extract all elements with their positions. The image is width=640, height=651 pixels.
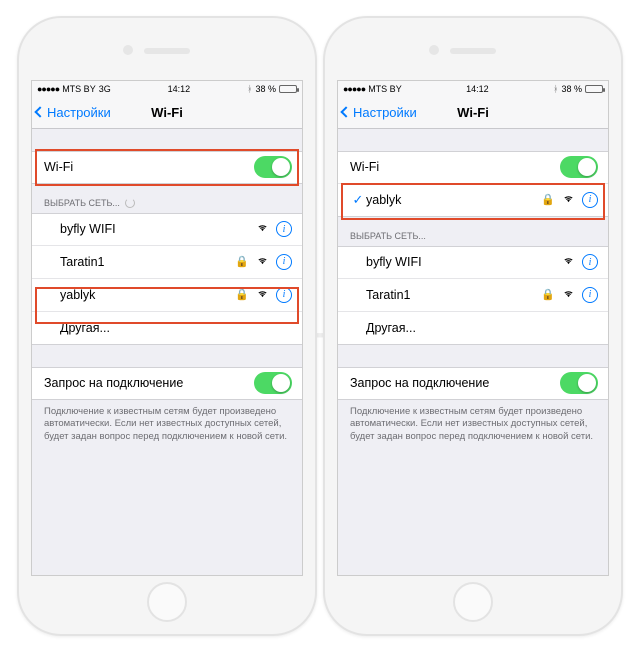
wifi-toggle[interactable]	[254, 156, 292, 178]
other-label: Другая...	[60, 321, 292, 335]
battery-icon	[279, 85, 297, 93]
network-row[interactable]: byfly WIFI i	[338, 246, 608, 279]
wifi-toggle-label: Wi-Fi	[350, 160, 560, 174]
lock-icon: 🔒	[235, 288, 249, 301]
wifi-toggle[interactable]	[560, 156, 598, 178]
other-network-row[interactable]: Другая...	[338, 312, 608, 345]
chevron-left-icon	[340, 106, 351, 117]
other-network-row[interactable]: Другая...	[32, 312, 302, 345]
phone-speaker	[144, 48, 190, 54]
battery-pct-label: 38 %	[255, 84, 276, 94]
nav-bar: Настройки Wi-Fi	[32, 97, 302, 129]
carrier-label: MTS BY	[62, 84, 96, 94]
info-icon[interactable]: i	[276, 221, 292, 237]
bluetooth-icon: ᚼ	[247, 84, 252, 94]
status-bar: ●●●●● MTS BY 3G 14:12 ᚼ 38 %	[32, 81, 302, 97]
back-label: Настройки	[47, 105, 111, 120]
checkmark-icon: ✓	[353, 192, 364, 208]
phone-camera	[429, 45, 439, 55]
bluetooth-icon: ᚼ	[553, 84, 558, 94]
page-title: Wi-Fi	[151, 105, 183, 120]
other-label: Другая...	[366, 321, 598, 335]
wifi-toggle-row[interactable]: Wi-Fi	[338, 151, 608, 184]
lock-icon: 🔒	[541, 288, 555, 301]
battery-icon	[585, 85, 603, 93]
wifi-icon	[257, 255, 268, 269]
wifi-icon	[257, 288, 268, 302]
wifi-toggle-row[interactable]: Wi-Fi	[32, 151, 302, 184]
ask-to-join-row[interactable]: Запрос на подключение	[338, 367, 608, 400]
wifi-icon	[563, 255, 574, 269]
connected-network-row[interactable]: ✓ yablyk 🔒 i	[338, 184, 608, 217]
network-name: yablyk	[60, 288, 235, 302]
home-button[interactable]	[147, 582, 187, 622]
back-label: Настройки	[353, 105, 417, 120]
signal-dots-icon: ●●●●●	[37, 84, 59, 94]
spinner-icon	[125, 198, 135, 208]
info-icon[interactable]: i	[276, 254, 292, 270]
carrier-label: MTS BY	[368, 84, 402, 94]
wifi-toggle-label: Wi-Fi	[44, 160, 254, 174]
lock-icon: 🔒	[235, 255, 249, 268]
ask-to-join-label: Запрос на подключение	[44, 376, 254, 390]
info-icon[interactable]: i	[582, 254, 598, 270]
ask-to-join-toggle[interactable]	[560, 372, 598, 394]
page-title: Wi-Fi	[457, 105, 489, 120]
footer-help-text: Подключение к известным сетям будет прои…	[338, 400, 608, 450]
network-name: byfly WIFI	[366, 255, 563, 269]
back-button[interactable]: Настройки	[342, 105, 417, 120]
lock-icon: 🔒	[541, 193, 555, 206]
info-icon[interactable]: i	[582, 287, 598, 303]
network-row[interactable]: yablyk 🔒 i	[32, 279, 302, 312]
nav-bar: Настройки Wi-Fi	[338, 97, 608, 129]
wifi-icon	[257, 222, 268, 236]
phone-speaker	[450, 48, 496, 54]
select-network-header: ВЫБРАТЬ СЕТЬ...	[338, 217, 608, 246]
wifi-icon	[563, 193, 574, 207]
network-row[interactable]: Taratin1 🔒 i	[338, 279, 608, 312]
chevron-left-icon	[34, 106, 45, 117]
network-name: yablyk	[366, 193, 541, 207]
phone-frame-left: ●●●●● MTS BY 3G 14:12 ᚼ 38 % Настройки W…	[17, 16, 317, 636]
clock-label: 14:12	[466, 84, 489, 94]
signal-dots-icon: ●●●●●	[343, 84, 365, 94]
status-bar: ●●●●● MTS BY 14:12 ᚼ 38 %	[338, 81, 608, 97]
network-label: 3G	[99, 84, 111, 94]
info-icon[interactable]: i	[582, 192, 598, 208]
screen-left: ●●●●● MTS BY 3G 14:12 ᚼ 38 % Настройки W…	[31, 80, 303, 576]
phone-frame-right: ●●●●● MTS BY 14:12 ᚼ 38 % Настройки Wi-F…	[323, 16, 623, 636]
network-row[interactable]: byfly WIFI i	[32, 213, 302, 246]
clock-label: 14:12	[168, 84, 191, 94]
screen-right: ●●●●● MTS BY 14:12 ᚼ 38 % Настройки Wi-F…	[337, 80, 609, 576]
ask-to-join-label: Запрос на подключение	[350, 376, 560, 390]
battery-pct-label: 38 %	[561, 84, 582, 94]
ask-to-join-toggle[interactable]	[254, 372, 292, 394]
back-button[interactable]: Настройки	[36, 105, 111, 120]
footer-help-text: Подключение к известным сетям будет прои…	[32, 400, 302, 450]
wifi-icon	[563, 288, 574, 302]
network-name: Taratin1	[366, 288, 541, 302]
info-icon[interactable]: i	[276, 287, 292, 303]
ask-to-join-row[interactable]: Запрос на подключение	[32, 367, 302, 400]
select-network-header: ВЫБРАТЬ СЕТЬ...	[32, 184, 302, 213]
home-button[interactable]	[453, 582, 493, 622]
network-row[interactable]: Taratin1 🔒 i	[32, 246, 302, 279]
network-name: Taratin1	[60, 255, 235, 269]
phone-camera	[123, 45, 133, 55]
network-name: byfly WIFI	[60, 222, 257, 236]
